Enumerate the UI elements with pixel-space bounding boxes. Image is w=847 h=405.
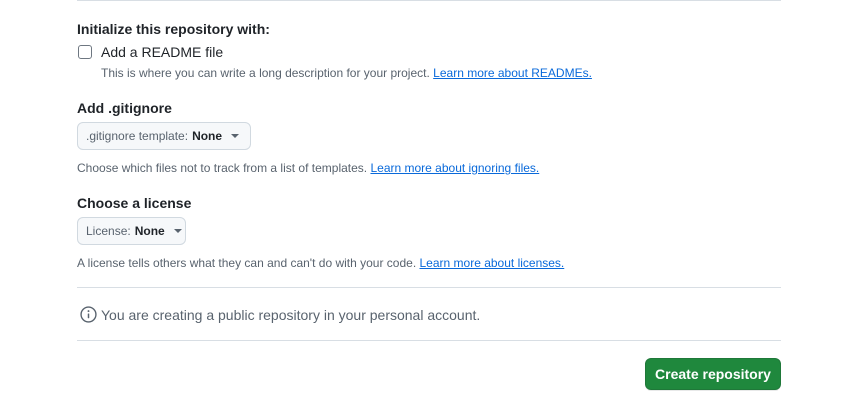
notice-text: You are creating a public repository in … — [101, 306, 481, 323]
license-select-value: None — [134, 224, 165, 238]
readme-help-text: This is where you can write a long descr… — [101, 66, 430, 80]
caret-down-icon — [231, 134, 240, 138]
license-help-text: A license tells others what they can and… — [77, 256, 417, 270]
readme-checkbox[interactable] — [78, 45, 92, 59]
license-select[interactable]: License: None — [77, 217, 186, 245]
license-help: A license tells others what they can and… — [77, 256, 564, 270]
caret-down-icon — [173, 229, 182, 233]
gitignore-help: Choose which files not to track from a l… — [77, 161, 539, 175]
info-icon — [80, 306, 97, 323]
gitignore-heading: Add .gitignore — [77, 100, 172, 116]
gitignore-select-label: .gitignore template: — [86, 129, 189, 143]
license-learn-more-link[interactable]: Learn more about licenses. — [420, 256, 565, 270]
initialize-heading: Initialize this repository with: — [77, 21, 270, 37]
section-divider — [77, 287, 781, 288]
readme-label[interactable]: Add a README file — [101, 44, 223, 60]
readme-learn-more-link[interactable]: Learn more about READMEs. — [433, 66, 592, 80]
gitignore-help-text: Choose which files not to track from a l… — [77, 161, 368, 175]
create-repository-button[interactable]: Create repository — [645, 358, 781, 390]
gitignore-learn-more-link[interactable]: Learn more about ignoring files. — [370, 161, 539, 175]
license-select-label: License: — [86, 224, 131, 238]
footer-divider — [77, 340, 781, 341]
gitignore-select-value: None — [192, 129, 223, 143]
public-repo-notice: You are creating a public repository in … — [80, 306, 480, 323]
create-repo-form: Initialize this repository with: Add a R… — [0, 0, 847, 405]
gitignore-template-select[interactable]: .gitignore template: None — [77, 122, 251, 150]
top-divider — [77, 0, 781, 1]
license-heading: Choose a license — [77, 195, 192, 211]
readme-help: This is where you can write a long descr… — [101, 66, 592, 80]
